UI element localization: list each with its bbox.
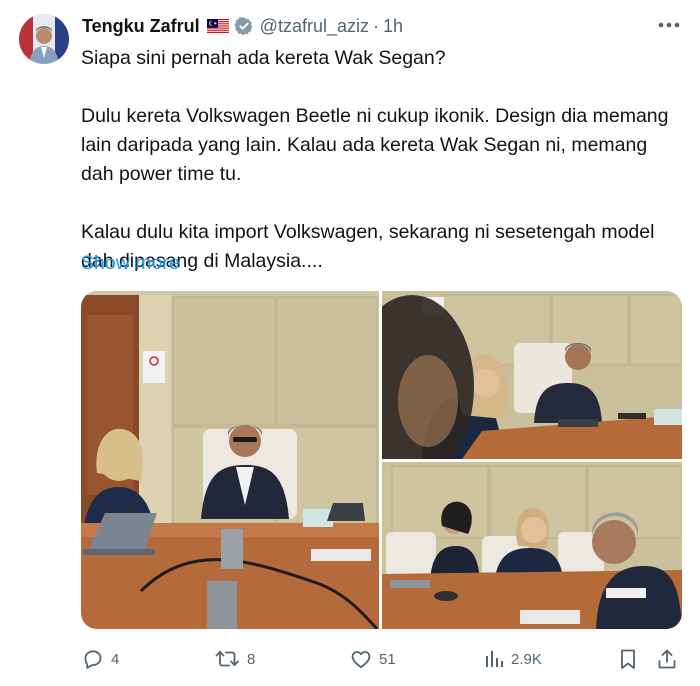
verified-badge-icon	[234, 16, 254, 36]
bookmark-button[interactable]	[617, 644, 639, 674]
tweet-header: Tengku Zafrul @tzafrul_aziz · 1h	[82, 14, 403, 38]
view-count: 2.9K	[511, 650, 542, 668]
tweet-text: Siapa sini pernah ada kereta Wak Segan? …	[81, 44, 681, 276]
tweet-paragraph-2: Dulu kereta Volkswagen Beetle ni cukup i…	[81, 105, 669, 185]
share-button[interactable]	[656, 644, 678, 674]
media-grid	[81, 291, 682, 629]
repost-button[interactable]: 8	[215, 644, 255, 674]
show-more-link[interactable]: Show more	[81, 249, 180, 278]
reply-button[interactable]: 4	[81, 644, 119, 674]
more-dots-icon	[658, 22, 680, 28]
repost-count: 8	[247, 650, 256, 668]
photo-2[interactable]	[382, 291, 682, 459]
heart-icon	[351, 651, 371, 669]
photo-3[interactable]	[382, 462, 682, 629]
tweet-line-1: Siapa sini pernah ada kereta Wak Segan?	[81, 47, 446, 69]
author-handle[interactable]: @tzafrul_aziz	[260, 16, 369, 37]
bookmark-icon	[621, 649, 635, 669]
like-count: 51	[379, 650, 396, 668]
views-chart-icon	[486, 651, 503, 667]
separator-dot: ·	[372, 15, 379, 36]
share-icon	[658, 649, 676, 669]
photo-1[interactable]	[81, 291, 379, 629]
reply-icon	[84, 650, 102, 669]
author-name[interactable]: Tengku Zafrul	[82, 16, 200, 37]
views-button[interactable]: 2.9K	[483, 644, 542, 674]
timestamp[interactable]: 1h	[383, 16, 403, 37]
malaysia-flag-icon	[206, 18, 229, 34]
more-options-button[interactable]	[654, 14, 684, 36]
avatar[interactable]	[19, 14, 69, 64]
like-button[interactable]: 51	[349, 644, 396, 674]
action-bar: 4 8 51 2.9K	[81, 644, 685, 674]
reply-count: 4	[111, 650, 120, 668]
repost-icon	[215, 650, 239, 667]
